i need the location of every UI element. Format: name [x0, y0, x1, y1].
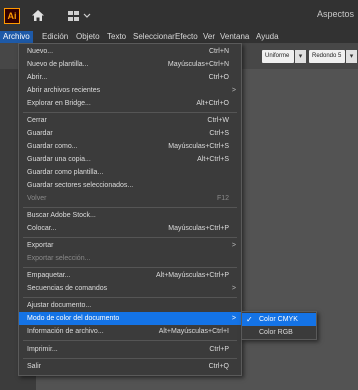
- menu-separator: [23, 340, 237, 341]
- submenu-item-rgb[interactable]: Color RGB: [242, 326, 316, 339]
- menu-ayuda[interactable]: Ayuda: [256, 31, 279, 43]
- menu-separator: [23, 237, 237, 238]
- menu-item-guardar-plantilla[interactable]: Guardar como plantilla...: [19, 166, 241, 179]
- menu-archivo[interactable]: Archivo: [0, 31, 33, 43]
- menu-item-ajustar-documento[interactable]: Ajustar documento...: [19, 299, 241, 312]
- menu-item-nuevo[interactable]: Nuevo... Ctrl+N: [19, 45, 241, 58]
- menu-item-exportar-seleccion: Exportar selección...: [27, 255, 91, 262]
- menu-separator: [23, 207, 237, 208]
- menu-item-empaquetar[interactable]: Empaquetar... Alt+Mayúsculas+Ctrl+P: [19, 269, 241, 282]
- menu-item-modo-color[interactable]: Modo de color del documento >: [19, 312, 241, 325]
- menu-separator: [23, 112, 237, 113]
- color-mode-submenu: ✓ Color CMYK Color RGB: [241, 311, 317, 340]
- menu-item-exportar[interactable]: Exportar >: [19, 239, 241, 252]
- submenu-item-cmyk[interactable]: ✓ Color CMYK: [242, 313, 316, 326]
- menu-separator: [23, 267, 237, 268]
- file-menu: Nuevo... Ctrl+N Nuevo de plantilla... Mayú…: [18, 43, 242, 376]
- menu-item-informacion-archivo[interactable]: Información de archivo... Alt+Mayúsculas+…: [19, 325, 241, 338]
- menu-item-abrir-recientes[interactable]: Abrir archivos recientes >: [19, 84, 241, 97]
- menu-ventana[interactable]: Ventana: [220, 31, 249, 43]
- menu-texto[interactable]: Texto: [107, 31, 126, 43]
- menu-ver[interactable]: Ver: [203, 31, 215, 43]
- menu-item-colocar[interactable]: Colocar... Mayúsculas+Ctrl+P: [19, 222, 241, 235]
- submenu-arrow-icon: >: [231, 242, 236, 249]
- menu-separator: [23, 297, 237, 298]
- menu-item-secuencias[interactable]: Secuencias de comandos >: [19, 282, 241, 295]
- menu-separator: [23, 358, 237, 359]
- menu-objeto[interactable]: Objeto: [76, 31, 100, 43]
- workspace-label[interactable]: Aspectos: [317, 9, 354, 19]
- menu-item-guardar-copia[interactable]: Guardar una copia... Alt+Ctrl+S: [19, 153, 241, 166]
- menu-efecto[interactable]: Efecto: [175, 31, 198, 43]
- menu-item-guardar-sectores[interactable]: Guardar sectores seleccionados...: [19, 179, 241, 192]
- app-title-bar: Ai Aspectos: [0, 0, 358, 31]
- menu-item-cerrar[interactable]: Cerrar Ctrl+W: [19, 114, 241, 127]
- menu-edicion[interactable]: Edición: [42, 31, 68, 43]
- workspace-switcher-icon[interactable]: [68, 10, 98, 22]
- menu-item-volver: Volver F12: [27, 195, 229, 202]
- menu-item-explorar-bridge[interactable]: Explorar en Bridge... Alt+Ctrl+O: [19, 97, 241, 110]
- brush-select[interactable]: Redondo 5 ...: [309, 50, 345, 72]
- home-icon[interactable]: [31, 9, 45, 22]
- menu-item-buscar-stock[interactable]: Buscar Adobe Stock...: [19, 209, 241, 222]
- stroke-profile-dropdown[interactable]: ▾: [295, 50, 306, 63]
- illustrator-logo: Ai: [4, 8, 20, 24]
- menu-item-salir[interactable]: Salir Ctrl+Q: [19, 360, 241, 373]
- submenu-arrow-icon: >: [231, 315, 236, 322]
- submenu-arrow-icon: >: [231, 285, 236, 292]
- menu-item-imprimir[interactable]: Imprimir... Ctrl+P: [19, 343, 241, 356]
- menu-item-guardar-como[interactable]: Guardar como... Mayúsculas+Ctrl+S: [19, 140, 241, 153]
- menu-bar: Archivo Edición Objeto Texto Seleccionar…: [0, 31, 358, 43]
- brush-dropdown[interactable]: ▾: [346, 50, 357, 63]
- menu-seleccionar[interactable]: Seleccionar: [133, 31, 175, 43]
- menu-item-abrir[interactable]: Abrir... Ctrl+O: [19, 71, 241, 84]
- submenu-arrow-icon: >: [231, 87, 236, 94]
- menu-item-guardar[interactable]: Guardar Ctrl+S: [19, 127, 241, 140]
- stroke-profile-select[interactable]: Uniforme: [262, 50, 294, 63]
- checkmark-icon: ✓: [246, 315, 253, 324]
- menu-item-nuevo-de-plantilla[interactable]: Nuevo de plantilla... Mayúsculas+Ctrl+N: [19, 58, 241, 71]
